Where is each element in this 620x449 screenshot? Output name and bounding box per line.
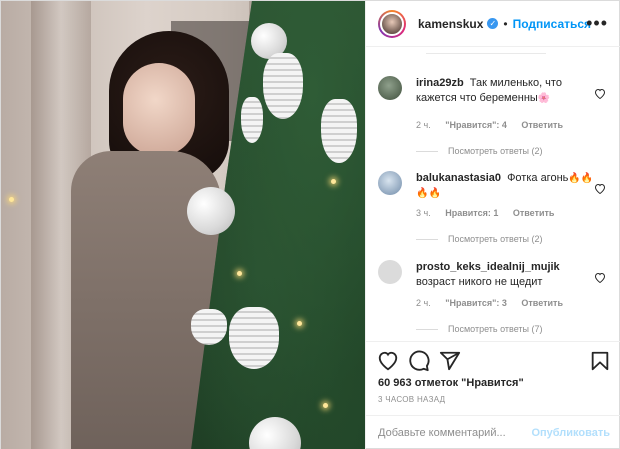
view-replies-button[interactable]: Посмотреть ответы (2)	[416, 234, 543, 244]
ornament-cone	[263, 53, 303, 119]
tree-light	[297, 321, 302, 326]
comment-time: 2 ч.	[416, 120, 431, 130]
comment-meta: 3 ч. Нравится: 1 Ответить	[416, 208, 566, 218]
woman-face	[123, 63, 195, 155]
ornament-ball	[187, 187, 235, 235]
comment-like-heart-icon[interactable]	[594, 272, 606, 283]
replies-line	[416, 238, 438, 240]
commenter-avatar[interactable]	[378, 171, 402, 195]
reply-button[interactable]: Ответить	[521, 298, 563, 308]
comment-like-heart-icon[interactable]	[594, 183, 606, 194]
view-replies-button[interactable]: Посмотреть ответы (7)	[416, 324, 543, 334]
ornament-cone	[229, 307, 279, 369]
bookmark-icon[interactable]	[589, 350, 611, 372]
follow-button[interactable]: Подписаться	[513, 17, 591, 31]
comment-input[interactable]	[378, 427, 532, 439]
commenter-username[interactable]: prosto_keks_idealnij_mujik	[416, 261, 560, 273]
tree-light	[331, 179, 336, 184]
comment-likes-count[interactable]: Нравится: 1	[445, 208, 498, 218]
comment-meta: 2 ч. "Нравится": 4 Ответить	[416, 120, 575, 130]
commenter-username[interactable]: irina29zb	[416, 77, 464, 89]
view-replies-label: Посмотреть ответы (7)	[448, 324, 543, 334]
post-side-panel: kamenskux ✓ • Подписаться ••• irina29zb …	[365, 1, 620, 449]
share-icon[interactable]	[439, 350, 461, 372]
view-replies-label: Посмотреть ответы (2)	[448, 146, 543, 156]
post-photo[interactable]	[1, 1, 365, 449]
view-replies-button[interactable]: Посмотреть ответы (2)	[416, 146, 543, 156]
header-separator: •	[503, 16, 508, 31]
more-options-icon[interactable]: •••	[586, 13, 608, 34]
author-avatar[interactable]	[378, 9, 406, 38]
comment-time: 3 ч.	[416, 208, 431, 218]
comments-list[interactable]: irina29zb Так миленько, что кажется что …	[366, 48, 620, 338]
ornament-cone	[321, 99, 357, 163]
comment-body: balukanastasia0 Фотка агонь🔥🔥🔥🔥	[416, 171, 594, 201]
tree-light	[237, 271, 242, 276]
commenter-avatar-placeholder[interactable]	[378, 260, 402, 284]
add-comment-bar: Опубликовать	[366, 415, 620, 449]
comment-icon[interactable]	[408, 350, 430, 372]
heart-icon[interactable]	[377, 350, 399, 372]
tree-light	[323, 403, 328, 408]
publish-button[interactable]: Опубликовать	[531, 427, 610, 439]
replies-line	[416, 150, 438, 152]
comment-meta: 2 ч. "Нравится": 3 Ответить	[416, 298, 575, 308]
ornament-cone	[241, 97, 263, 143]
post-header: kamenskux ✓ • Подписаться •••	[366, 1, 620, 47]
comment-item: prosto_keks_idealnij_mujik возраст никог…	[378, 260, 614, 338]
instagram-post: kamenskux ✓ • Подписаться ••• irina29zb …	[0, 0, 620, 449]
post-time[interactable]: 3 ЧАСОВ НАЗАД	[378, 395, 445, 404]
comment-item: irina29zb Так миленько, что кажется что …	[378, 76, 614, 176]
comment-like-heart-icon[interactable]	[594, 88, 606, 99]
commenter-username[interactable]: balukanastasia0	[416, 172, 501, 184]
reply-button[interactable]: Ответить	[521, 120, 563, 130]
reply-button[interactable]: Ответить	[513, 208, 555, 218]
comment-body: irina29zb Так миленько, что кажется что …	[416, 76, 594, 106]
scrolled-content-edge	[426, 48, 546, 54]
comment-emoji: 🌸	[537, 93, 551, 104]
tree-light	[9, 197, 14, 202]
comment-likes-count[interactable]: "Нравится": 4	[445, 120, 507, 130]
ornament-cone	[191, 309, 227, 345]
comment-item: balukanastasia0 Фотка агонь🔥🔥🔥🔥 3 ч. Нра…	[378, 171, 614, 271]
comment-body: prosto_keks_idealnij_mujik возраст никог…	[416, 260, 594, 290]
post-actions-bar	[366, 341, 620, 377]
comment-likes-count[interactable]: "Нравится": 3	[445, 298, 507, 308]
verified-badge-icon: ✓	[487, 18, 499, 29]
comment-text: возраст никого не щедит	[416, 276, 543, 288]
view-replies-label: Посмотреть ответы (2)	[448, 234, 543, 244]
comment-text: Фотка агонь	[507, 172, 569, 184]
comment-time: 2 ч.	[416, 298, 431, 308]
author-username[interactable]: kamenskux	[418, 17, 483, 31]
likes-count[interactable]: 60 963 отметок "Нравится"	[378, 377, 524, 389]
replies-line	[416, 328, 438, 330]
commenter-avatar[interactable]	[378, 76, 402, 100]
